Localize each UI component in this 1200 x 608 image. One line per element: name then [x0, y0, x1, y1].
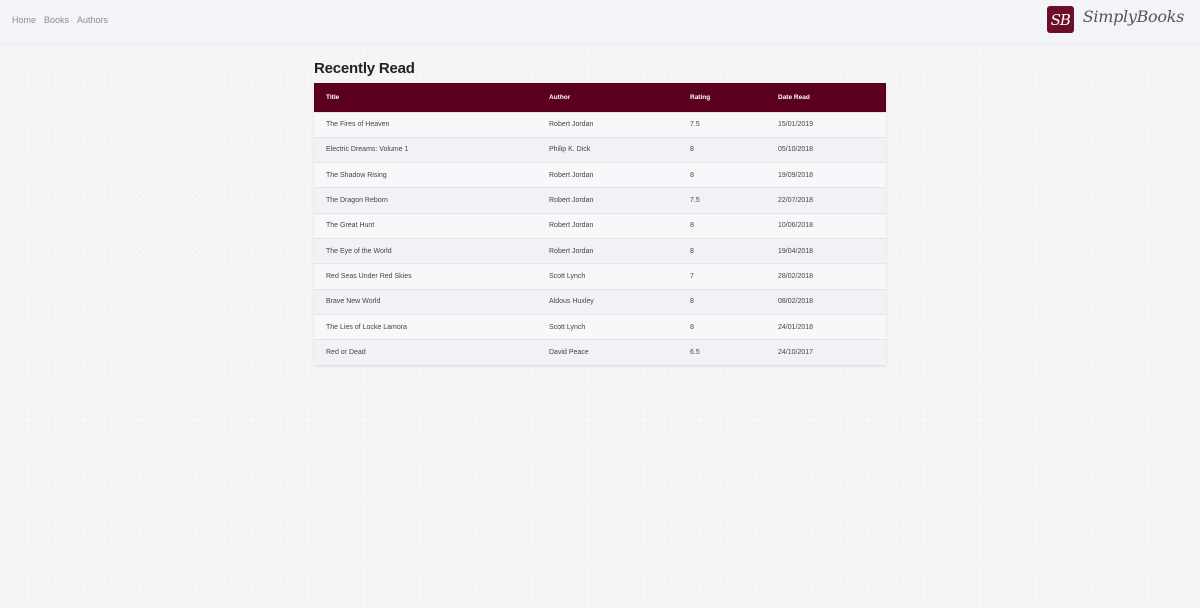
page-title: Recently Read	[314, 60, 415, 77]
table-row[interactable]: Red or Dead David Peace 6.5 24/10/2017	[314, 339, 886, 365]
cell-rating: 8	[690, 298, 694, 306]
cell-rating: 8	[690, 247, 694, 255]
cell-date-read: 19/04/2018	[778, 247, 814, 255]
cell-rating: 8	[690, 323, 694, 331]
cell-rating: 8	[690, 146, 694, 154]
cell-title: The Lies of Locke Lamora	[326, 323, 407, 331]
cell-rating: 7	[690, 272, 694, 280]
cell-date-read: 28/02/2018	[778, 272, 814, 280]
cell-rating: 8	[690, 222, 694, 230]
cell-date-read: 05/10/2018	[778, 146, 814, 154]
cell-rating: 7.5	[690, 197, 700, 205]
table-row[interactable]: The Shadow Rising Robert Jordan 8 19/09/201…	[314, 162, 886, 188]
main-content: Recently Read Title Author Rating Date R…	[314, 58, 886, 365]
cell-author: David Peace	[549, 349, 589, 357]
recently-read-table: Title Author Rating Date Read The Fires …	[314, 83, 886, 365]
table-row[interactable]: Electric Dreams: Volume 1 Philip K. Dick 8…	[314, 137, 886, 163]
cell-author: Robert Jordan	[549, 247, 594, 255]
nav-link-books[interactable]: Books	[44, 15, 69, 25]
cell-author: Robert Jordan	[549, 121, 594, 129]
cell-rating: 6.5	[690, 349, 700, 357]
brand-name: SimplyBooks	[1082, 7, 1185, 26]
cell-date-read: 19/09/2018	[778, 171, 814, 179]
cell-title: The Great Hunt	[326, 222, 375, 230]
table-row[interactable]: The Dragon Reborn Robert Jordan 7.5 22/07/2…	[314, 187, 886, 214]
cell-date-read: 10/06/2018	[778, 222, 814, 230]
table-row[interactable]: The Eye of the World Robert Jordan 8 19/04/…	[314, 238, 886, 264]
cell-author: Robert Jordan	[549, 222, 594, 230]
cell-title: The Eye of the World	[326, 247, 392, 255]
brand-logo-icon: SB	[1046, 6, 1074, 33]
cell-rating: 7.5	[690, 121, 700, 129]
cell-rating: 8	[690, 171, 694, 179]
column-header-date-read[interactable]: Date Read	[766, 83, 886, 112]
table-body: The Fires of Heaven Robert Jordan 7.5 15/01…	[314, 112, 886, 365]
cell-author: Philip K. Dick	[549, 146, 591, 154]
cell-date-read: 22/07/2018	[778, 197, 814, 205]
cell-author: Scott Lynch	[549, 272, 586, 280]
table-row[interactable]: The Great Hunt Robert Jordan 8 10/06/2018	[314, 213, 886, 239]
cell-author: Robert Jordan	[549, 197, 594, 205]
nav-link-home[interactable]: Home	[12, 15, 36, 25]
top-navbar: Home Books Authors SB SimplyBooks	[0, 0, 1200, 44]
brand[interactable]: SB SimplyBooks	[1046, 6, 1185, 33]
table-row[interactable]: The Fires of Heaven Robert Jordan 7.5 15/01…	[314, 112, 886, 138]
cell-title: Red Seas Under Red Skies	[326, 272, 412, 280]
cell-date-read: 15/01/2019	[778, 121, 814, 129]
table-row[interactable]: Brave New World Aldous Huxley 8 08/02/2018	[314, 289, 886, 315]
cell-author: Robert Jordan	[549, 171, 594, 179]
table-row[interactable]: Red Seas Under Red Skies Scott Lynch 7 28/0…	[314, 263, 886, 290]
column-header-title[interactable]: Title	[314, 83, 537, 112]
table-header-row: Title Author Rating Date Read	[314, 83, 886, 112]
nav-links: Home Books Authors	[12, 15, 108, 25]
cell-date-read: 24/10/2017	[778, 349, 814, 357]
cell-title: Brave New World	[326, 298, 381, 306]
column-header-rating[interactable]: Rating	[678, 83, 766, 112]
cell-author: Aldous Huxley	[549, 298, 594, 306]
cell-title: Electric Dreams: Volume 1	[326, 146, 409, 154]
cell-author: Scott Lynch	[549, 323, 586, 331]
cell-title: The Dragon Reborn	[326, 197, 388, 205]
cell-date-read: 24/01/2018	[778, 323, 814, 331]
table-row[interactable]: The Lies of Locke Lamora Scott Lynch 8 24/0…	[314, 314, 886, 340]
column-header-author[interactable]: Author	[537, 83, 678, 112]
nav-link-authors[interactable]: Authors	[77, 15, 108, 25]
cell-date-read: 08/02/2018	[778, 298, 814, 306]
cell-title: The Shadow Rising	[326, 171, 387, 179]
cell-title: Red or Dead	[326, 349, 366, 357]
cell-title: The Fires of Heaven	[326, 121, 390, 129]
